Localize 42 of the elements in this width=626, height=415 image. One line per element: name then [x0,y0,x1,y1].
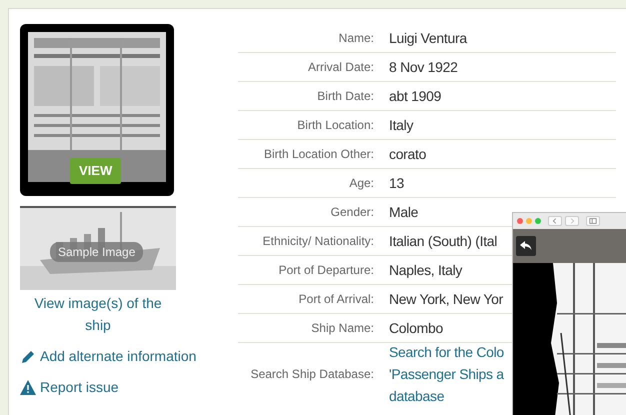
record-thumbnail[interactable]: VIEW [20,24,174,196]
back-nav-icon[interactable] [548,216,562,226]
field-value: Naples, Italy [388,260,462,280]
field-value: Colombo [388,318,443,338]
view-button[interactable]: VIEW [70,158,122,184]
search-link-line[interactable]: database [389,385,504,407]
field-label: Name: [338,30,374,47]
field-value: Italian (South) (Ital [388,232,498,251]
field-value: New York, New Yor [388,290,503,308]
field-value: Luigi Ventura [388,28,467,48]
field-value: corato [388,144,426,164]
field-value: abt 1909 [388,86,442,106]
field-label: Birth Location: [296,117,374,134]
field-label: Ship Name: [310,320,374,337]
back-button[interactable] [516,236,536,256]
field-label: Age: [348,175,374,192]
warning-icon [20,380,36,395]
field-label: Birth Location Other: [262,146,374,163]
field-label: Birth Date: [316,88,374,105]
field-label: Port of Departure: [278,262,374,279]
forward-nav-icon[interactable] [565,216,579,226]
search-link-line[interactable]: Search for the Colo [389,341,504,363]
reply-arrow-icon [520,241,532,251]
search-link-line[interactable]: 'Passenger Ships a [389,363,504,385]
close-icon[interactable] [517,218,523,224]
report-issue-link[interactable]: Report issue [40,377,119,398]
sample-image-label: Sample Image [50,242,144,262]
field-label: Arrival Date: [306,59,374,76]
sidebar-icon[interactable] [586,216,600,226]
field-value: 8 Nov 1922 [388,58,458,76]
ship-images-link[interactable]: View image(s) of the ship [20,292,176,336]
field-value: Male [388,202,418,222]
pencil-icon [20,348,36,364]
minimize-icon[interactable] [526,218,532,224]
field-label: Gender: [330,204,374,221]
field-value: Italy [388,116,414,135]
field-label: Ethnicity/ Nationality: [262,233,374,250]
field-label: Search Ship Database: [250,366,374,383]
field-value: 13 [388,174,404,192]
maximize-icon[interactable] [535,218,541,224]
field-label: Port of Arrival: [298,291,374,308]
add-info-link[interactable]: Add alternate information [40,346,196,367]
